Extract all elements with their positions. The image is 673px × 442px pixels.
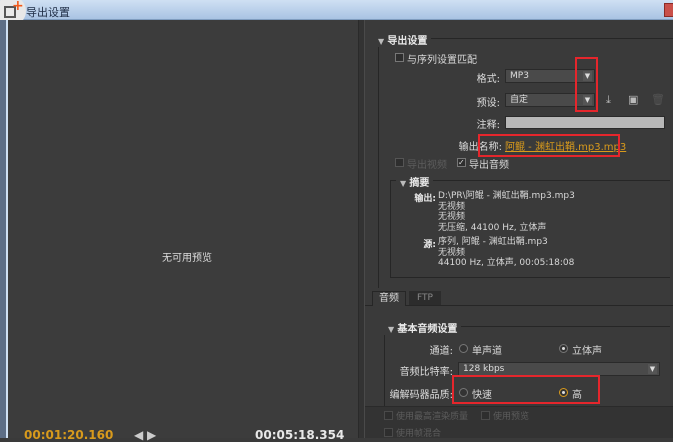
current-timecode[interactable]: 00:01:20.160 [24, 428, 113, 442]
frame-blend-checkbox[interactable] [384, 428, 393, 437]
codec-quality-label: 编解码器品质: [389, 390, 453, 401]
duration-timecode: 00:05:18.354 [255, 428, 345, 442]
summary-line: D:\PR\阿鲲 - 渊虹出鞘.mp3.mp3 [438, 191, 575, 201]
close-button[interactable] [664, 3, 673, 17]
export-settings-title: 导出设置 [387, 36, 428, 47]
summary-line: 44100 Hz, 立体声, 00:05:18:08 [438, 258, 575, 268]
export-video-checkbox[interactable] [395, 158, 404, 167]
frame-blend-label: 使用帧混合 [396, 429, 442, 439]
bitrate-select[interactable]: 128 kbps ▼ [458, 362, 660, 376]
mono-radio[interactable] [459, 344, 468, 353]
use-previews-checkbox[interactable] [481, 411, 490, 420]
tab-divider [365, 305, 673, 306]
preset-label: 预设: [476, 98, 500, 109]
channels-label: 通道: [429, 346, 453, 357]
window-edge [0, 20, 8, 438]
summary-line: 无视频 [438, 201, 466, 212]
match-sequence-label: 与序列设置匹配 [407, 55, 477, 66]
preset-value: 自定 [510, 95, 529, 105]
highlight-box [575, 57, 598, 112]
import-preset-icon[interactable]: ▣ [628, 93, 638, 106]
summary-line: 无视频 [438, 212, 466, 222]
collapse-triangle-icon: ▼ [388, 325, 395, 334]
in-point-icon[interactable]: ◀ [134, 428, 143, 442]
summary-line: 序列, 阿鲲 - 渊虹出鞘.mp3 [438, 237, 548, 247]
basic-audio-title: 基本音频设置 [397, 324, 458, 335]
summary-output-lines: D:\PR\阿鲲 - 渊虹出鞘.mp3.mp3 无视频 无视频 无压缩, 441… [438, 191, 575, 233]
stereo-label: 立体声 [572, 346, 602, 357]
export-audio-checkbox[interactable]: ✓ [457, 158, 466, 167]
summary-header[interactable]: ▼ 摘要 [396, 174, 434, 189]
summary-output-label: 输出: [414, 194, 436, 204]
summary-line: 无视频 [438, 247, 466, 258]
bitrate-label: 音频比特率: [399, 367, 453, 378]
stereo-radio[interactable] [559, 344, 568, 353]
collapse-triangle-icon: ▼ [400, 179, 407, 188]
format-label: 格式: [476, 74, 500, 85]
match-sequence-checkbox[interactable] [395, 53, 404, 62]
panel-splitter[interactable] [358, 20, 365, 438]
highlight-box [452, 375, 600, 404]
tab-ftp[interactable]: FTP [409, 291, 441, 305]
mono-label: 单声道 [472, 346, 502, 357]
comment-input[interactable] [505, 116, 665, 129]
bitrate-value: 128 kbps [463, 364, 505, 374]
no-preview-text: 无可用预览 [162, 253, 212, 264]
save-preset-icon[interactable]: ⤓ [606, 93, 611, 107]
format-value: MP3 [510, 71, 529, 81]
out-point-icon[interactable]: ▶ [147, 428, 156, 442]
chevron-down-icon: ▼ [648, 364, 657, 374]
highlight-box [478, 134, 620, 157]
summary-source-label: 源: [423, 240, 436, 250]
delete-preset-icon[interactable]: 🗑 [651, 93, 665, 106]
export-settings-header[interactable]: ▼ 导出设置 [374, 32, 432, 47]
comment-label: 注释: [476, 120, 500, 131]
preview-panel [8, 20, 358, 438]
max-quality-checkbox[interactable] [384, 411, 393, 420]
title-bar [0, 0, 673, 20]
collapse-triangle-icon: ▼ [378, 37, 385, 46]
export-video-label: 导出视频 [407, 160, 447, 171]
summary-title: 摘要 [409, 178, 430, 189]
use-previews-label: 使用预览 [493, 412, 530, 422]
max-quality-label: 使用最高渲染质量 [396, 412, 469, 422]
window-title: 导出设置 [26, 6, 70, 19]
summary-line: 无压缩, 44100 Hz, 立体声 [438, 222, 547, 233]
export-audio-label: 导出音频 [469, 160, 509, 171]
basic-audio-header[interactable]: ▼ 基本音频设置 [384, 320, 462, 335]
summary-source-lines: 序列, 阿鲲 - 渊虹出鞘.mp3 无视频 44100 Hz, 立体声, 00:… [438, 237, 574, 269]
tab-audio[interactable]: 音频 [372, 291, 406, 306]
